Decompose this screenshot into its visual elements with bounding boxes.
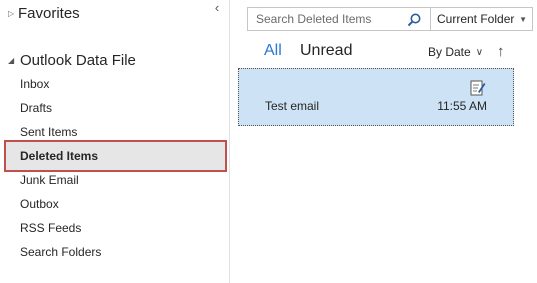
folder-deleted-items[interactable]: Deleted Items — [4, 140, 227, 172]
navigation-pane: ▷ Favorites ‹ ◢ Outlook Data File Inbox … — [0, 0, 230, 283]
search-scope-label: Current Folder — [437, 12, 515, 26]
search-box[interactable] — [247, 7, 431, 31]
search-icon[interactable] — [406, 12, 422, 28]
tab-unread[interactable]: Unread — [300, 42, 352, 60]
folder-search-folders[interactable]: Search Folders — [0, 240, 229, 264]
sort-by-dropdown[interactable]: By Date ∨ — [428, 45, 483, 59]
sort-direction-icon[interactable]: ↑ — [497, 43, 505, 60]
sort-label: By Date — [428, 45, 471, 59]
data-file-header[interactable]: ◢ Outlook Data File — [8, 49, 136, 71]
favorites-label: Favorites — [18, 4, 80, 22]
collapse-triangle-icon[interactable]: ◢ — [8, 56, 20, 65]
collapse-pane-icon[interactable]: ‹ — [210, 1, 224, 16]
message-subject: Test email — [265, 99, 320, 113]
dropdown-caret-icon: ▼ — [519, 15, 527, 24]
folder-inbox[interactable]: Inbox — [0, 72, 229, 96]
search-input[interactable] — [256, 12, 406, 26]
folder-rss-feeds[interactable]: RSS Feeds — [0, 216, 229, 240]
message-item[interactable]: Test email 11:55 AM — [238, 68, 514, 126]
search-scope-dropdown[interactable]: Current Folder ▼ — [431, 7, 533, 31]
message-time: 11:55 AM — [437, 99, 487, 113]
data-file-label: Outlook Data File — [20, 51, 136, 69]
favorites-header[interactable]: ▷ Favorites — [8, 2, 80, 24]
draft-edit-icon — [470, 80, 486, 96]
chevron-down-icon: ∨ — [475, 46, 484, 58]
expand-triangle-icon[interactable]: ▷ — [8, 9, 18, 18]
folder-list: Inbox Drafts Sent Items Deleted Items Ju… — [0, 72, 229, 264]
folder-outbox[interactable]: Outbox — [0, 192, 229, 216]
folder-drafts[interactable]: Drafts — [0, 96, 229, 120]
tab-all[interactable]: All — [264, 42, 282, 60]
